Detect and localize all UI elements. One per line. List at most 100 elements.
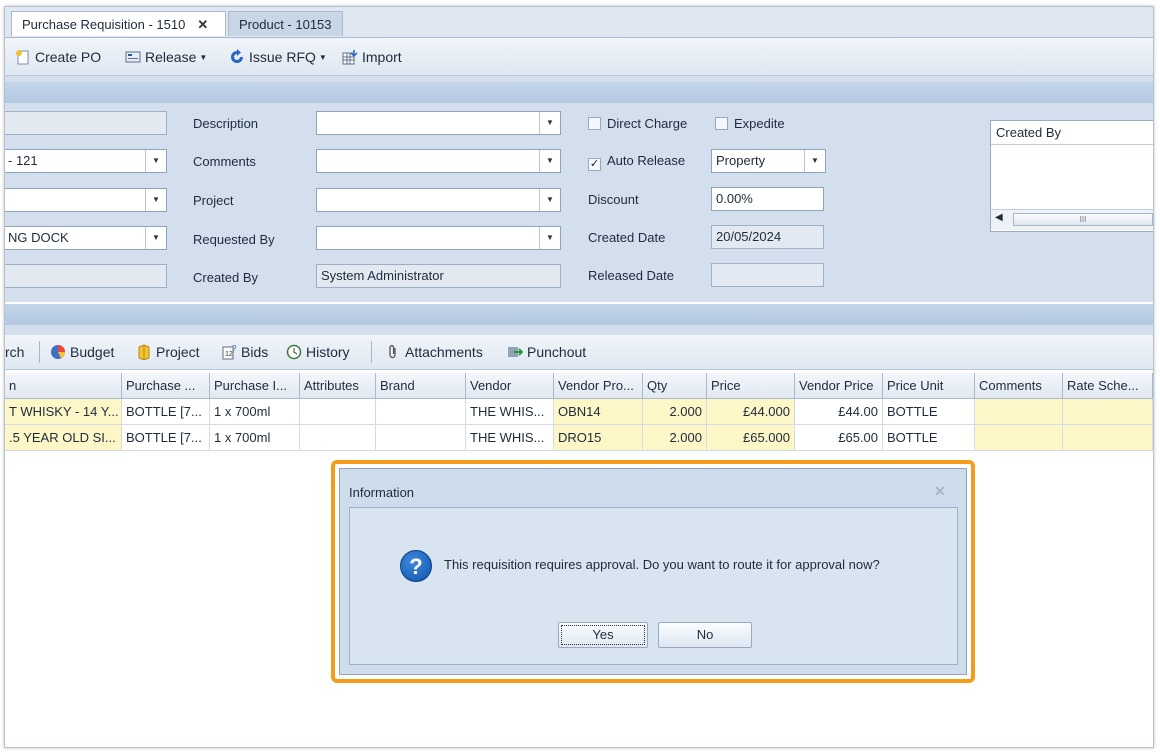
tab-product[interactable]: Product - 10153 — [228, 11, 343, 36]
left-field-4[interactable]: NG DOCK ▼ — [5, 226, 167, 250]
project-field[interactable]: ▼ — [316, 188, 561, 212]
property-select[interactable]: Property ▼ — [711, 149, 826, 173]
chevron-down-icon[interactable]: ▼ — [539, 112, 560, 134]
no-button[interactable]: No — [658, 622, 752, 648]
section-header-band-2 — [5, 304, 1153, 325]
table-cell[interactable] — [300, 399, 376, 424]
requested-by-field[interactable]: ▼ — [316, 226, 561, 250]
table-cell[interactable]: 2.000 — [643, 425, 707, 450]
scroll-left-icon[interactable]: ◀ — [995, 212, 1003, 223]
table-cell[interactable] — [300, 425, 376, 450]
left-field-3[interactable]: ▼ — [5, 188, 167, 212]
toolbar-separator — [371, 341, 372, 363]
table-row[interactable]: T WHISKY - 14 Y... BOTTLE [7... 1 x 700m… — [5, 399, 1153, 425]
left-field-1[interactable] — [5, 111, 167, 135]
chevron-down-icon[interactable]: ▼ — [539, 227, 560, 249]
budget-button[interactable]: Budget — [50, 342, 114, 362]
table-cell[interactable]: 1 x 700ml — [210, 399, 300, 424]
direct-charge-checkbox[interactable]: Direct Charge — [588, 115, 687, 133]
column-header[interactable]: Qty — [643, 373, 707, 398]
attachments-button[interactable]: Attachments — [385, 342, 483, 362]
column-header[interactable]: Vendor Price — [795, 373, 883, 398]
tab-label: Product - 10153 — [239, 17, 332, 32]
column-header[interactable]: Vendor Pro... — [554, 373, 643, 398]
table-cell[interactable]: £44.000 — [707, 399, 795, 424]
close-icon[interactable]: ✕ — [934, 483, 946, 500]
section-header-band — [5, 82, 1153, 103]
table-cell[interactable]: DRO15 — [554, 425, 643, 450]
column-header[interactable]: Vendor — [466, 373, 554, 398]
punchout-button[interactable]: Punchout — [507, 342, 586, 362]
column-header[interactable]: Comments — [975, 373, 1063, 398]
column-header[interactable]: Purchase ... — [122, 373, 210, 398]
refresh-icon — [231, 49, 243, 63]
table-cell[interactable]: 2.000 — [643, 399, 707, 424]
grid-toolbar: rch Budget Project 12? Bids History Attac… — [5, 335, 1153, 370]
auto-release-checkbox[interactable]: ✓ Auto Release — [588, 152, 685, 171]
column-header[interactable]: Rate Sche... — [1063, 373, 1153, 398]
yes-button[interactable]: Yes — [558, 622, 648, 648]
table-cell[interactable]: THE WHIS... — [466, 425, 554, 450]
table-cell[interactable]: THE WHIS... — [466, 399, 554, 424]
project-button[interactable]: Project — [136, 342, 200, 362]
table-cell[interactable] — [975, 399, 1063, 424]
paperclip-icon — [389, 345, 396, 359]
table-cell[interactable]: 1 x 700ml — [210, 425, 300, 450]
chevron-down-icon: ▼ — [199, 53, 208, 62]
svg-text:?: ? — [232, 344, 237, 353]
expedite-checkbox[interactable]: Expedite — [715, 115, 785, 133]
release-button[interactable]: Release ▼ — [125, 47, 207, 67]
column-header[interactable]: Price Unit — [883, 373, 975, 398]
panel-header: Created By — [991, 121, 1153, 145]
chevron-down-icon[interactable]: ▼ — [145, 150, 166, 172]
left-field-5[interactable] — [5, 264, 167, 288]
grid-header: n Purchase ... Purchase I... Attributes … — [5, 373, 1153, 399]
table-cell[interactable] — [975, 425, 1063, 450]
issue-rfq-button[interactable]: Issue RFQ ▼ — [229, 47, 327, 67]
table-cell[interactable]: BOTTLE [7... — [122, 399, 210, 424]
pie-chart-icon — [51, 345, 65, 359]
chevron-down-icon[interactable]: ▼ — [804, 150, 825, 172]
import-button[interactable]: Import — [342, 47, 402, 67]
search-button[interactable]: rch — [5, 342, 24, 362]
chevron-down-icon[interactable]: ▼ — [145, 227, 166, 249]
column-header[interactable]: Brand — [376, 373, 466, 398]
checkbox-icon[interactable] — [715, 117, 728, 130]
table-cell[interactable]: .5 YEAR OLD SI... — [5, 425, 122, 450]
table-cell[interactable]: T WHISKY - 14 Y... — [5, 399, 122, 424]
table-cell[interactable]: £65.000 — [707, 425, 795, 450]
column-header[interactable]: Price — [707, 373, 795, 398]
table-cell[interactable] — [376, 399, 466, 424]
table-cell[interactable]: BOTTLE — [883, 399, 975, 424]
checkbox-icon[interactable] — [588, 117, 601, 130]
column-header[interactable]: Purchase I... — [210, 373, 300, 398]
table-cell[interactable]: £65.00 — [795, 425, 883, 450]
chevron-down-icon[interactable]: ▼ — [539, 189, 560, 211]
column-header[interactable]: Attributes — [300, 373, 376, 398]
table-cell[interactable] — [376, 425, 466, 450]
description-field[interactable]: ▼ — [316, 111, 561, 135]
scroll-thumb[interactable]: III — [1013, 213, 1153, 226]
close-icon[interactable]: ✕ — [197, 17, 208, 32]
table-cell[interactable] — [1063, 425, 1153, 450]
history-button[interactable]: History — [286, 342, 350, 362]
create-po-button[interactable]: Create PO — [15, 47, 101, 67]
table-cell[interactable]: £44.00 — [795, 399, 883, 424]
tab-strip: Purchase Requisition - 1510 ✕ Product - 1… — [5, 7, 1153, 38]
horizontal-scrollbar[interactable]: ◀ III — [991, 209, 1153, 230]
table-row[interactable]: .5 YEAR OLD SI... BOTTLE [7... 1 x 700ml… — [5, 425, 1153, 451]
chevron-down-icon[interactable]: ▼ — [145, 189, 166, 211]
release-icon — [125, 51, 141, 63]
checkbox-checked-icon[interactable]: ✓ — [588, 158, 601, 171]
table-cell[interactable]: OBN14 — [554, 399, 643, 424]
table-cell[interactable]: BOTTLE [7... — [122, 425, 210, 450]
chevron-down-icon[interactable]: ▼ — [539, 150, 560, 172]
comments-field[interactable]: ▼ — [316, 149, 561, 173]
table-cell[interactable]: BOTTLE — [883, 425, 975, 450]
bids-button[interactable]: 12? Bids — [221, 342, 268, 362]
discount-field[interactable]: 0.00% — [711, 187, 824, 211]
column-header[interactable]: n — [5, 373, 122, 398]
table-cell[interactable] — [1063, 399, 1153, 424]
tab-purchase-requisition[interactable]: Purchase Requisition - 1510 ✕ — [11, 11, 226, 36]
left-field-2[interactable]: - 121 ▼ — [5, 149, 167, 173]
